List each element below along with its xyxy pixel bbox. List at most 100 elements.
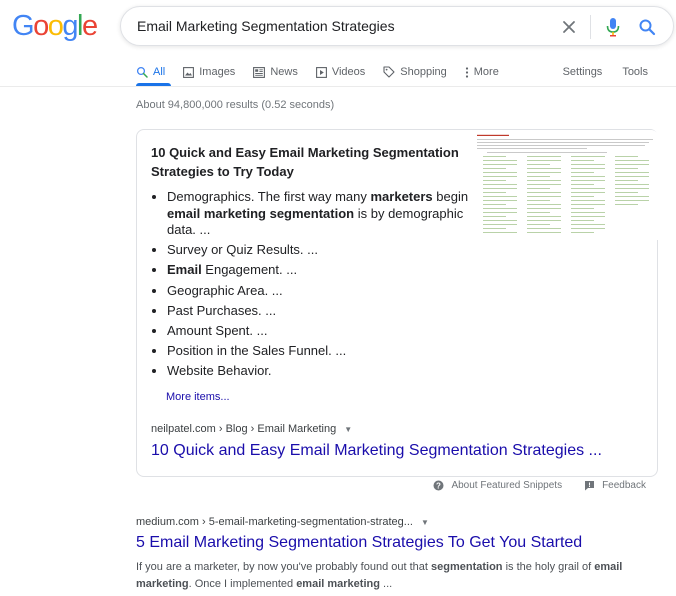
text-run: If you are a marketer, by now you've pro… xyxy=(136,561,431,573)
thumbnail-line xyxy=(483,184,517,185)
thumbnail-line xyxy=(615,176,649,177)
result-title-link[interactable]: 5 Email Marketing Segmentation Strategie… xyxy=(136,534,582,552)
settings-link[interactable]: Settings xyxy=(563,66,603,78)
thumbnail-line xyxy=(527,160,561,161)
text-run: Amount Spent. ... xyxy=(167,322,268,338)
thumbnail-line xyxy=(527,208,561,209)
video-icon xyxy=(315,66,327,78)
thumbnail-line xyxy=(527,216,561,217)
mic-icon[interactable] xyxy=(603,16,623,38)
tab-news[interactable]: News xyxy=(253,66,298,78)
snippet-list-item: Geographic Area. ... xyxy=(152,283,477,300)
thumbnail-line xyxy=(483,232,517,233)
thumbnail-line xyxy=(483,212,517,213)
thumbnail-line xyxy=(571,228,605,229)
thumbnail-line xyxy=(483,220,517,221)
svg-text:?: ? xyxy=(436,481,441,490)
thumbnail-line xyxy=(483,204,507,205)
text-run: Past Purchases. ... xyxy=(167,302,277,318)
text-run: Website Behavior. xyxy=(167,363,272,379)
thumbnail-line xyxy=(483,188,517,189)
snippet-thumbnail[interactable]: ▬▬▬▬▬▬▬▬ xyxy=(473,130,659,240)
tab-all[interactable]: All xyxy=(136,66,165,78)
thumbnail-line xyxy=(571,200,605,201)
snippet-cite: neilpatel.com › Blog › Email Marketing ▼ xyxy=(151,423,352,435)
tab-label: Images xyxy=(199,66,236,78)
snippet-list-item: Past Purchases. ... xyxy=(152,302,477,320)
thumbnail-line xyxy=(571,224,605,225)
featured-snippet: 10 Quick and Easy Email Marketing Segmen… xyxy=(136,129,659,477)
thumbnail-line xyxy=(483,192,507,193)
bold-text: email marketing xyxy=(296,578,380,590)
search-input[interactable] xyxy=(137,18,557,34)
tab-label: More xyxy=(473,66,499,78)
tab-shopping[interactable]: Shopping xyxy=(383,66,447,78)
text-run: . Once I implemented xyxy=(188,578,297,590)
thumbnail-line xyxy=(483,164,517,165)
tag-icon xyxy=(383,66,395,78)
help-icon: ? xyxy=(433,480,444,491)
tools-link[interactable]: Tools xyxy=(622,66,648,78)
search-icon xyxy=(136,66,148,78)
logo-letter: e xyxy=(81,10,98,42)
thumbnail-line xyxy=(571,172,595,173)
thumbnail-line xyxy=(571,220,595,221)
cite-text: neilpatel.com › Blog › Email Marketing xyxy=(151,423,337,435)
result-description: If you are a marketer, by now you've pro… xyxy=(136,559,656,593)
snippet-list-item: Position in the Sales Funnel. ... xyxy=(152,343,477,360)
thumbnail-line xyxy=(527,232,561,233)
feedback-link[interactable]: Feedback xyxy=(602,480,646,491)
thumbnail-line xyxy=(527,184,561,185)
close-icon[interactable] xyxy=(558,16,580,38)
thumbnail-line xyxy=(527,224,551,225)
thumbnail-line xyxy=(527,172,561,173)
tab-label: All xyxy=(153,66,166,78)
tab-more[interactable]: More xyxy=(465,66,499,78)
thumbnail-line xyxy=(571,176,605,177)
thumbnail-line xyxy=(571,180,605,181)
snippet-list-item: Demographics. The first way many markete… xyxy=(152,189,477,239)
google-logo[interactable]: Google xyxy=(12,10,98,43)
thumbnail-line xyxy=(483,180,507,181)
thumbnail-line xyxy=(615,172,649,173)
thumbnail-line xyxy=(615,196,649,197)
thumbnail-line xyxy=(527,176,551,177)
tab-label: Videos xyxy=(331,66,366,78)
thumbnail-line xyxy=(483,208,517,209)
thumbnail-line xyxy=(615,192,639,193)
bold-text: segmentation xyxy=(431,561,503,573)
thumbnail-title-bar: ▬▬▬▬▬▬▬▬ xyxy=(477,132,509,137)
text-run: Survey or Quiz Results. ... xyxy=(167,242,318,258)
search-icon[interactable] xyxy=(637,17,657,37)
thumbnail-line xyxy=(615,180,639,181)
more-vert-icon xyxy=(465,66,469,78)
thumbnail-line xyxy=(615,160,649,161)
logo-letter: o xyxy=(47,10,64,42)
caret-down-icon[interactable]: ▼ xyxy=(421,518,429,527)
more-items-link[interactable]: More items... xyxy=(166,391,230,403)
thumbnail-line xyxy=(615,164,649,165)
tab-images[interactable]: Images xyxy=(183,66,235,78)
thumbnail-line xyxy=(571,192,605,193)
thumbnail-line xyxy=(527,220,561,221)
thumbnail-line xyxy=(527,200,551,201)
image-icon xyxy=(183,66,195,78)
thumbnail-line xyxy=(483,196,517,197)
thumbnail-line xyxy=(571,156,605,157)
text-run: ... xyxy=(379,578,393,590)
bold-text: Email xyxy=(167,262,202,278)
thumbnail-line xyxy=(527,212,551,213)
tab-videos[interactable]: Videos xyxy=(315,66,366,78)
text-run: Demographics. The first way many xyxy=(167,189,371,204)
thumbnail-line xyxy=(527,192,561,193)
thumbnail-line xyxy=(571,164,605,165)
snippet-list-item: Survey or Quiz Results. ... xyxy=(152,242,477,259)
thumbnail-line xyxy=(483,168,507,169)
snippet-heading: 10 Quick and Easy Email Marketing Segmen… xyxy=(151,145,459,179)
thumbnail-line xyxy=(483,200,517,201)
caret-down-icon[interactable]: ▼ xyxy=(344,425,352,434)
about-snippets-link[interactable]: About Featured Snippets xyxy=(451,480,562,491)
thumbnail-line xyxy=(615,200,649,201)
thumbnail-line xyxy=(571,168,605,169)
snippet-result-link[interactable]: 10 Quick and Easy Email Marketing Segmen… xyxy=(151,442,602,460)
